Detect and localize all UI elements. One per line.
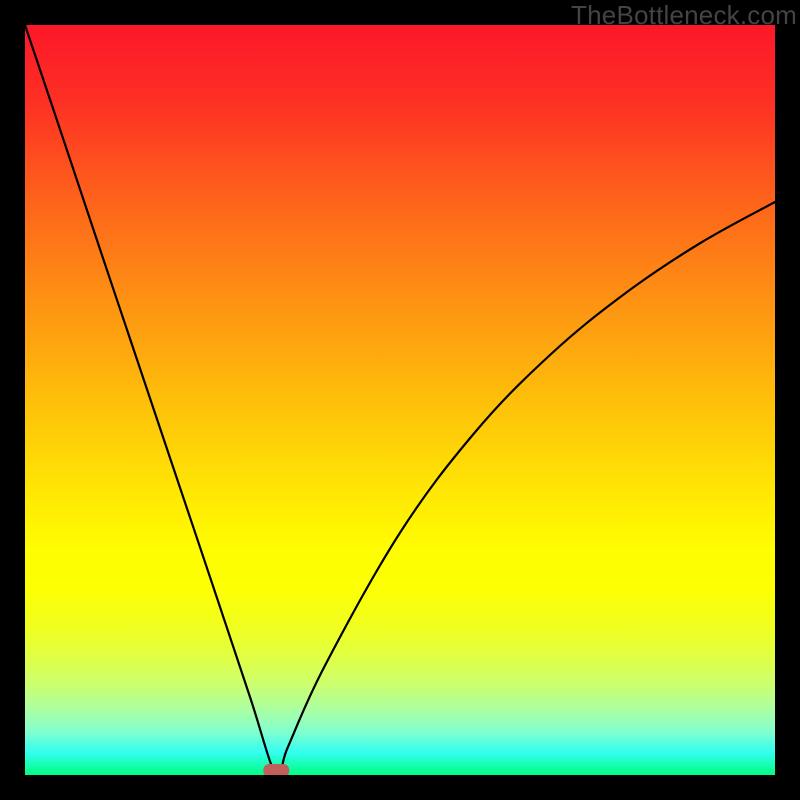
plot-area: [25, 25, 775, 775]
chart-frame: TheBottleneck.com: [0, 0, 800, 800]
minimum-marker: [263, 764, 289, 775]
plot-svg: [25, 25, 775, 775]
watermark-text: TheBottleneck.com: [571, 0, 797, 31]
bottleneck-curve: [25, 25, 775, 775]
